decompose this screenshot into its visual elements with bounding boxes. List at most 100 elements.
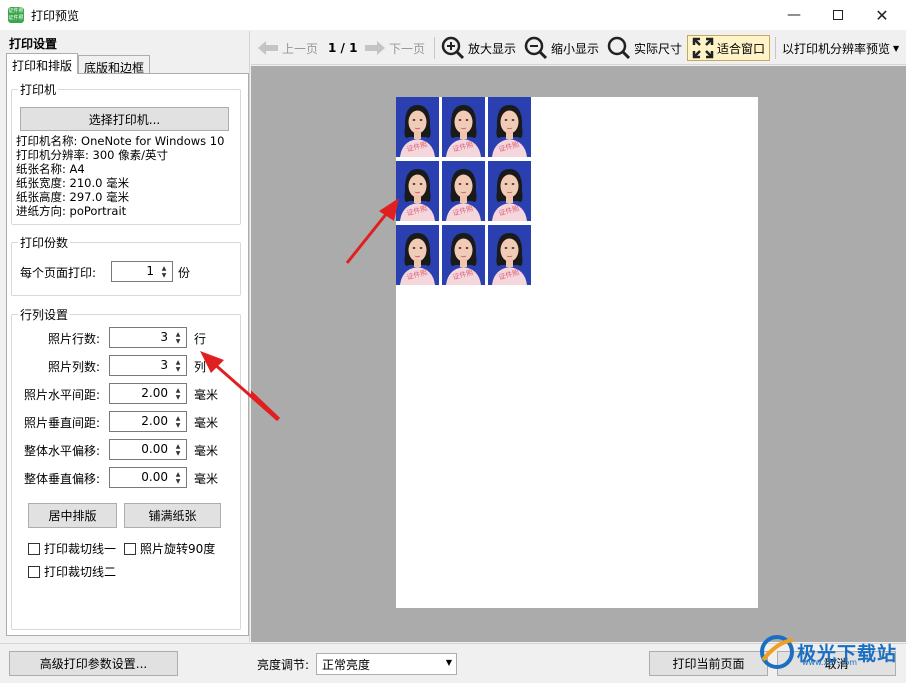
zoom-in-button[interactable]: 放大显示 — [441, 36, 517, 60]
fit-window-button[interactable]: 适合窗口 — [687, 35, 771, 61]
cut-line-1-label: 打印裁切线一 — [44, 542, 117, 556]
h-offset-unit: 毫米 — [194, 444, 219, 458]
copies-value: 1 — [146, 264, 154, 278]
cols-stepper[interactable]: 3 ▲ ▼ — [109, 355, 187, 376]
fill-paper-button[interactable]: 铺满纸张 — [124, 503, 221, 528]
tab-background-border[interactable]: 底版和边框 — [78, 55, 151, 75]
actual-size-label: 实际尺寸 — [634, 41, 683, 56]
annotation-arrows — [251, 198, 399, 421]
app-logo-icon: 证件照 证件照 — [8, 7, 24, 23]
h-spacing-label: 照片水平间距: — [23, 388, 100, 402]
chevron-down-icon: ▼ — [893, 43, 900, 53]
preview-toolbar: 上一页 1 / 1 下一页 放大显示 缩小显示 实际尺寸 适合窗口 以打印机分辨… — [251, 31, 906, 65]
print-current-page-button[interactable]: 打印当前页面 — [649, 651, 768, 676]
v-offset-value: 0.00 — [141, 470, 168, 484]
rows-label: 照片行数: — [47, 332, 100, 346]
minimize-button[interactable]: — — [772, 0, 816, 30]
v-spacing-stepper[interactable]: 2.00 ▲ ▼ — [109, 411, 187, 432]
advanced-settings-button[interactable]: 高级打印参数设置... — [9, 651, 178, 676]
actual-size-button[interactable]: 实际尺寸 — [607, 36, 683, 60]
cut-line-1-checkbox[interactable]: 打印裁切线一 — [28, 540, 116, 557]
zoom-in-label: 放大显示 — [468, 41, 517, 56]
printer-res-preview-label: 以打印机分辨率预览 — [782, 41, 891, 56]
h-offset-value: 0.00 — [141, 442, 168, 456]
cols-label: 照片列数: — [47, 360, 100, 374]
title-bar: 证件照 证件照 打印预览 — ✕ — [0, 0, 906, 30]
select-printer-button[interactable]: 选择打印机... — [20, 107, 229, 131]
copies-stepper[interactable]: 1 ▲ ▼ — [111, 261, 173, 282]
h-offset-stepper[interactable]: 0.00 ▲ ▼ — [109, 439, 187, 460]
app-logo-text-bottom: 证件照 — [8, 15, 24, 21]
maximize-icon — [833, 10, 843, 20]
printer-res-preview-dropdown[interactable]: 以打印机分辨率预览 ▼ — [782, 37, 899, 59]
stepper-arrows-icon[interactable]: ▲ ▼ — [171, 385, 185, 402]
fit-window-label: 适合窗口 — [717, 41, 766, 56]
next-page-button[interactable]: 下一页 — [364, 37, 425, 59]
v-offset-label: 整体垂直偏移: — [23, 472, 100, 486]
close-button[interactable]: ✕ — [860, 0, 904, 30]
stepper-arrows-icon[interactable]: ▲ ▼ — [171, 329, 185, 346]
zoom-out-button[interactable]: 缩小显示 — [524, 36, 600, 60]
close-icon: ✕ — [875, 5, 889, 25]
stepper-arrows-icon[interactable]: ▲ ▼ — [171, 441, 185, 458]
window-title: 打印预览 — [31, 9, 80, 23]
maximize-button[interactable] — [816, 0, 860, 30]
arrow-left-icon — [257, 40, 279, 56]
v-offset-stepper[interactable]: 0.00 ▲ ▼ — [109, 467, 187, 488]
chevron-down-icon: ▼ — [445, 658, 452, 667]
stepper-arrows-icon[interactable]: ▲ ▼ — [171, 413, 185, 430]
copies-group-legend: 打印份数 — [18, 234, 71, 251]
layout-group-legend: 行列设置 — [18, 306, 71, 323]
brightness-label: 亮度调节: — [257, 658, 310, 672]
v-offset-unit: 毫米 — [194, 472, 219, 486]
watermark: 极光下载站 www.xz7.com — [757, 630, 902, 674]
printer-group: 打印机 选择打印机... 打印机名称: OneNote for Windows … — [11, 81, 241, 225]
checkbox-box[interactable] — [28, 542, 40, 555]
zoom-out-icon — [524, 36, 548, 60]
rotate-90-checkbox[interactable]: 照片旋转90度 — [124, 540, 215, 557]
rotate-90-label: 照片旋转90度 — [140, 542, 216, 556]
h-spacing-value: 2.00 — [141, 386, 168, 400]
annotation-arrow-head — [200, 351, 279, 422]
copies-group: 打印份数 每个页面打印: 1 ▲ ▼ 份 — [11, 234, 241, 296]
brightness-value: 正常亮度 — [322, 658, 371, 672]
fit-window-icon — [692, 37, 714, 59]
rows-stepper[interactable]: 3 ▲ ▼ — [109, 327, 187, 348]
watermark-logo-icon — [760, 635, 794, 669]
printer-name: 打印机名称: OneNote for Windows 10 — [16, 134, 225, 148]
brightness-select[interactable]: 正常亮度 ▼ — [316, 653, 457, 675]
paper-name: 纸张名称: A4 — [16, 162, 85, 176]
print-settings-panel: 打印设置 打印和排版 底版和边框 打印机 选择打印机... 打印机名称: One… — [0, 31, 250, 642]
cut-line-2-checkbox[interactable]: 打印裁切线二 — [28, 563, 116, 580]
tab-print-layout[interactable]: 打印和排版 — [6, 53, 79, 74]
v-spacing-label: 照片垂直间距: — [23, 416, 100, 430]
printer-resolution: 打印机分辨率: 300 像素/英寸 — [16, 148, 169, 162]
paper-width: 纸张宽度: 210.0 毫米 — [16, 176, 130, 190]
settings-tabs: 打印和排版 底版和边框 — [6, 53, 249, 75]
stepper-arrows-icon[interactable]: ▲ ▼ — [171, 357, 185, 374]
toolbar-separator — [775, 37, 776, 59]
zoom-out-label: 缩小显示 — [551, 41, 600, 56]
stepper-arrows-icon[interactable]: ▲ ▼ — [157, 263, 171, 280]
stepper-arrows-icon[interactable]: ▲ ▼ — [171, 469, 185, 486]
toolbar-separator — [434, 37, 435, 59]
preview-canvas[interactable]: 证件照 证件照 证件照 证件照 证件照 证件照 证件照 证件照 证件照 — [251, 66, 906, 642]
prev-page-label: 上一页 — [282, 41, 319, 56]
paper-height: 纸张高度: 297.0 毫米 — [16, 190, 130, 204]
checkbox-box[interactable] — [124, 542, 136, 555]
minimize-icon: — — [787, 7, 801, 23]
center-layout-button[interactable]: 居中排版 — [28, 503, 117, 528]
zoom-in-icon — [441, 36, 465, 60]
arrow-right-icon — [364, 40, 386, 56]
page-indicator: 1 / 1 — [328, 41, 358, 55]
paper-orientation: 进纸方向: poPortrait — [16, 204, 127, 218]
prev-page-button[interactable]: 上一页 — [257, 37, 318, 59]
cols-value: 3 — [160, 358, 168, 372]
printer-info: 打印机名称: OneNote for Windows 10 打印机分辨率: 30… — [12, 134, 232, 224]
printer-group-legend: 打印机 — [18, 81, 59, 98]
app-logo-text-top: 证件照 — [8, 8, 24, 14]
v-spacing-value: 2.00 — [141, 414, 168, 428]
checkbox-box[interactable] — [28, 565, 40, 578]
h-spacing-stepper[interactable]: 2.00 ▲ ▼ — [109, 383, 187, 404]
magnifier-icon — [607, 36, 631, 60]
